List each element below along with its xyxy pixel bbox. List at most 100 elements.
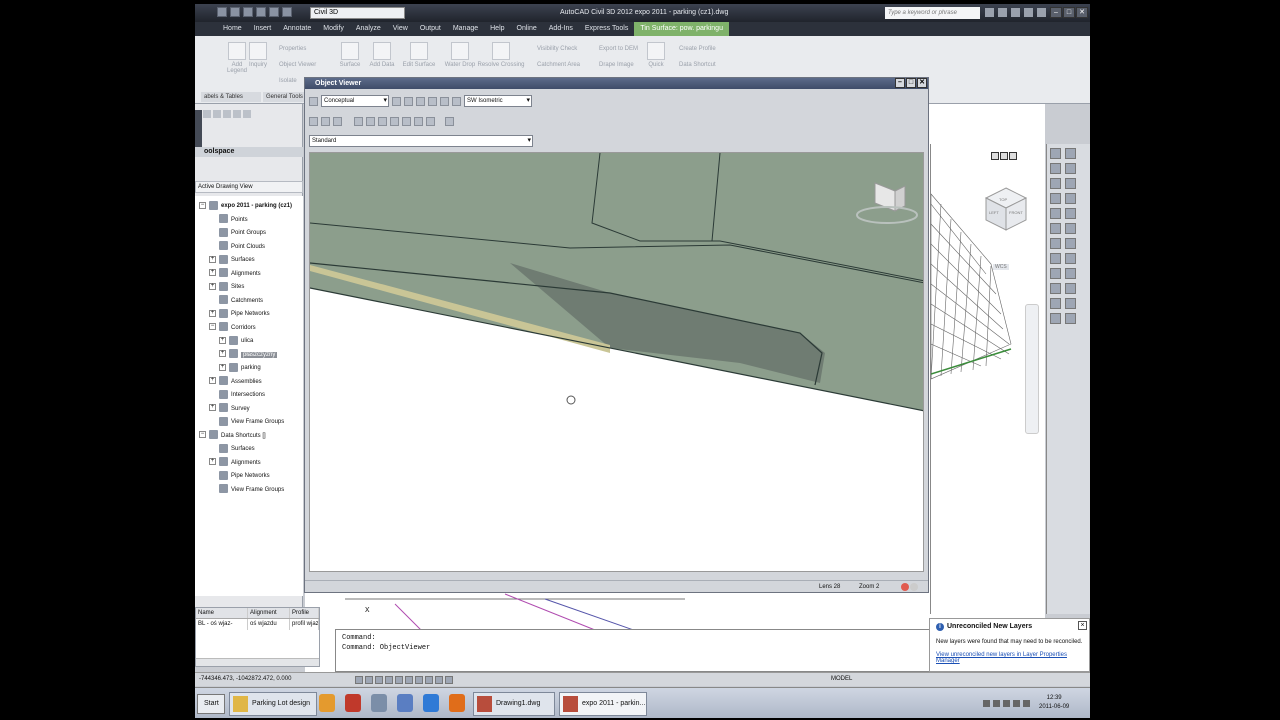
osnap-icon[interactable] <box>395 676 403 684</box>
tree-node[interactable]: View Frame Groups <box>209 416 284 428</box>
flag-icon[interactable] <box>993 700 1000 707</box>
text-icon[interactable] <box>1065 283 1076 294</box>
ov-close-button[interactable]: ✕ <box>917 78 927 88</box>
dimension-icon[interactable] <box>1050 298 1061 309</box>
maximize-button[interactable]: □ <box>1063 7 1075 18</box>
polygon-icon[interactable] <box>1065 178 1076 189</box>
zoom-realtime-icon[interactable] <box>354 116 363 126</box>
tree-node[interactable]: Pipe Networks <box>209 470 270 482</box>
print-icon[interactable] <box>223 110 231 118</box>
tree-node[interactable]: Point Groups <box>209 227 266 239</box>
tab-online[interactable]: Online <box>511 22 543 36</box>
right-viewport[interactable]: TOP LEFT FRONT WCS <box>930 144 1045 614</box>
navigation-bar[interactable] <box>1025 304 1039 434</box>
vp-maximize-button[interactable] <box>1000 152 1008 160</box>
tree-node[interactable]: − expo 2011 - parking (cz1) <box>199 200 292 212</box>
style-select[interactable]: Standard <box>309 135 533 147</box>
water-drop-button[interactable]: Water Drop <box>443 42 477 68</box>
tab-home[interactable]: Home <box>217 22 248 36</box>
wcs-menu[interactable]: WCS <box>993 264 1009 270</box>
free-orbit-icon[interactable] <box>428 96 437 106</box>
tree-node[interactable]: Catchments <box>209 295 263 307</box>
save-icon[interactable] <box>213 110 221 118</box>
collapse-icon[interactable]: − <box>199 431 206 439</box>
settings-icon[interactable] <box>243 110 251 118</box>
volume-icon[interactable] <box>1013 700 1020 707</box>
tree-node[interactable]: Points <box>209 214 248 226</box>
open-icon[interactable] <box>203 110 211 118</box>
draw-polyline-icon[interactable] <box>1065 148 1076 159</box>
view-select[interactable]: Active Drawing View <box>195 181 303 193</box>
visual-style-select[interactable]: Conceptual <box>321 95 389 107</box>
pivot-icon[interactable] <box>566 395 576 405</box>
array-icon[interactable] <box>1050 268 1061 279</box>
properties-button[interactable]: Properties <box>279 46 306 52</box>
col-profile[interactable]: Profile <box>290 608 319 618</box>
tree-node[interactable]: + Survey <box>209 403 250 415</box>
clock[interactable]: 12:39 2011-06-09 <box>1039 694 1069 712</box>
firefox-icon[interactable] <box>449 694 465 712</box>
extend-icon[interactable] <box>1065 238 1076 249</box>
tab-insert[interactable]: Insert <box>248 22 278 36</box>
ortho-icon[interactable] <box>375 676 383 684</box>
tab-output[interactable]: Output <box>414 22 447 36</box>
minimize-button[interactable]: – <box>1050 7 1062 18</box>
zoom-icon[interactable] <box>404 96 413 106</box>
workspace-select[interactable]: Civil 3D <box>310 7 405 19</box>
tree-node[interactable]: − Data Shortcuts [] <box>199 430 266 442</box>
pan-icon[interactable] <box>416 96 425 106</box>
collapse-icon[interactable]: − <box>199 201 206 209</box>
viewcube[interactable]: TOP LEFT FRONT <box>981 184 1031 244</box>
window-icon[interactable] <box>309 116 318 126</box>
quick-properties-icon[interactable] <box>445 676 453 684</box>
object-viewer-canvas[interactable] <box>309 152 924 572</box>
tree-node[interactable]: − Corridors <box>209 322 256 334</box>
zoom-out-icon[interactable] <box>414 116 423 126</box>
tree-node[interactable]: Point Clouds <box>209 241 265 253</box>
tree-node[interactable]: + Alignments <box>209 268 261 280</box>
network-icon[interactable] <box>983 700 990 707</box>
stretch-icon[interactable] <box>1065 313 1076 324</box>
print-icon[interactable] <box>256 7 266 17</box>
hatch-icon[interactable] <box>1050 283 1061 294</box>
add-data-button[interactable]: Add Data <box>367 42 397 68</box>
quick-button[interactable]: Quick <box>645 42 667 68</box>
taskbar-item-expo[interactable]: expo 2011 - parkin... <box>559 692 647 716</box>
cursor-icon[interactable] <box>333 116 342 126</box>
tree-node[interactable]: + ulica <box>219 335 253 347</box>
favorites-icon[interactable] <box>1024 8 1033 17</box>
object-viewer-titlebar[interactable]: Object Viewer – □ ✕ <box>305 78 928 89</box>
block-icon[interactable] <box>1065 298 1076 309</box>
model-space-toggle[interactable]: MODEL <box>831 676 852 682</box>
calculator-icon[interactable] <box>371 694 387 712</box>
tree-node[interactable]: View Frame Groups <box>209 484 284 496</box>
catchment-area-button[interactable]: Catchment Area <box>537 62 580 68</box>
create-profile-button[interactable]: Create Profile <box>679 46 716 52</box>
expand-icon[interactable]: + <box>209 377 216 385</box>
tab-add-ins[interactable]: Add-Ins <box>543 22 579 36</box>
rotate-icon[interactable] <box>1050 208 1061 219</box>
edit-surface-button[interactable]: Edit Surface <box>401 42 437 68</box>
tab-help[interactable]: Help <box>484 22 510 36</box>
snipping-tool-icon[interactable] <box>345 694 361 712</box>
coordinate-readout[interactable]: -744346.473, -1042872.472, 0.000 <box>199 676 291 682</box>
preview-icon[interactable] <box>233 110 241 118</box>
mirror-icon[interactable] <box>1050 223 1061 234</box>
tree-node[interactable]: + Pipe Networks <box>209 308 270 320</box>
expand-icon[interactable]: + <box>219 336 226 344</box>
isolate-button[interactable]: Isolate <box>279 78 297 84</box>
table-scrollbar[interactable] <box>196 658 319 666</box>
target-icon[interactable] <box>445 116 454 126</box>
trim-icon[interactable] <box>1050 238 1061 249</box>
erase-icon[interactable] <box>1050 313 1061 324</box>
collapse-icon[interactable]: − <box>209 323 216 331</box>
tree-node[interactable]: Intersections <box>209 389 265 401</box>
close-button[interactable]: ✕ <box>1076 7 1088 18</box>
notification-close-button[interactable]: × <box>1078 621 1087 630</box>
help-icon[interactable] <box>1037 8 1046 17</box>
tab-annotate[interactable]: Annotate <box>277 22 317 36</box>
chamfer-icon[interactable] <box>1065 253 1076 264</box>
offset-icon[interactable] <box>1065 223 1076 234</box>
vp-close-button[interactable] <box>1009 152 1017 160</box>
panel-general-tools[interactable]: General Tools <box>263 92 305 102</box>
